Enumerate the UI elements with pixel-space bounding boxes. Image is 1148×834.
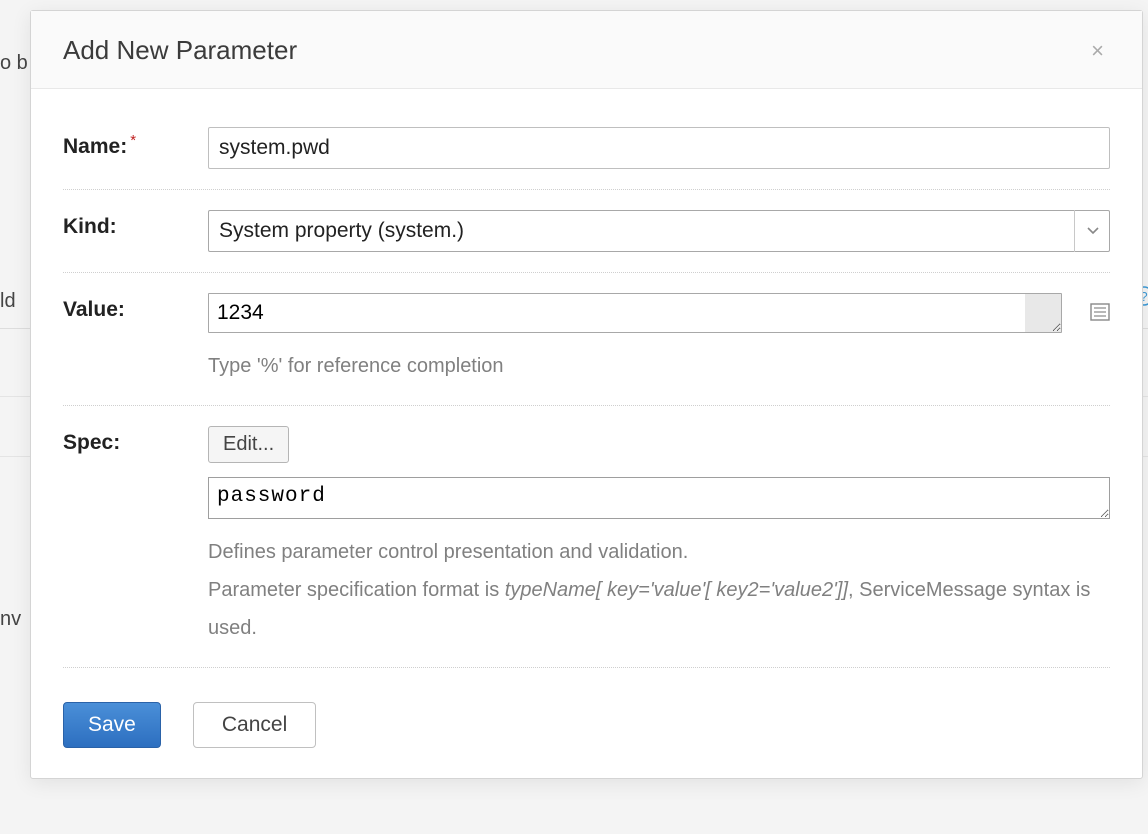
dialog-body: Name:* Kind: System property (system.) xyxy=(31,89,1142,676)
spec-input[interactable] xyxy=(208,477,1110,519)
kind-select[interactable]: System property (system.) xyxy=(208,210,1110,252)
required-indicator: * xyxy=(130,132,136,149)
name-label: Name:* xyxy=(63,127,208,159)
kind-row: Kind: System property (system.) xyxy=(63,190,1110,273)
spec-description: Defines parameter control presentation a… xyxy=(208,533,1110,647)
value-row: Value: Type '%' for reference completion xyxy=(63,273,1110,406)
add-parameter-dialog: Add New Parameter × Name:* Kind: System … xyxy=(30,10,1143,779)
kind-label: Kind: xyxy=(63,210,208,239)
bg-text: nv xyxy=(0,608,21,631)
bg-text: o b xyxy=(0,52,28,75)
close-icon[interactable]: × xyxy=(1085,38,1110,64)
spec-label: Spec: xyxy=(63,426,208,455)
dialog-header: Add New Parameter × xyxy=(31,11,1142,89)
kind-selected-value: System property (system.) xyxy=(219,219,464,243)
edit-spec-button[interactable]: Edit... xyxy=(208,426,289,463)
value-input[interactable] xyxy=(208,293,1062,333)
dialog-title: Add New Parameter xyxy=(63,35,297,66)
name-row: Name:* xyxy=(63,107,1110,190)
chevron-down-icon xyxy=(1074,210,1110,252)
value-hint: Type '%' for reference completion xyxy=(208,347,1110,385)
name-input[interactable] xyxy=(208,127,1110,169)
save-button[interactable]: Save xyxy=(63,702,161,748)
spec-row: Spec: Edit... Defines parameter control … xyxy=(63,406,1110,668)
bg-text: ld xyxy=(0,290,16,313)
cancel-button[interactable]: Cancel xyxy=(193,702,316,748)
expand-editor-icon[interactable] xyxy=(1090,303,1110,321)
value-label: Value: xyxy=(63,293,208,322)
dialog-footer: Save Cancel xyxy=(31,676,1142,778)
